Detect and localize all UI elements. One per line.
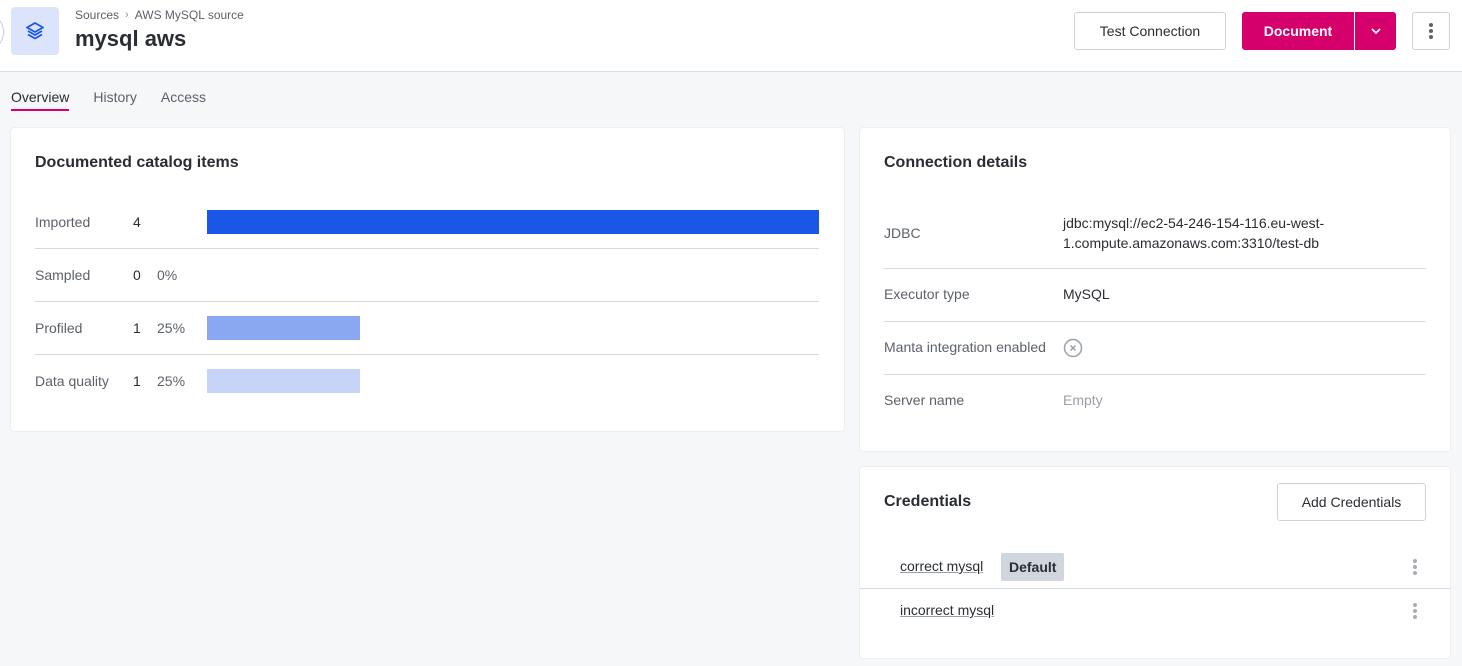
detail-row-executor: Executor type MySQL <box>884 269 1426 322</box>
row-label: Data quality <box>35 373 109 389</box>
card-title: Connection details <box>884 154 1028 171</box>
detail-key: Manta integration enabled <box>884 339 1046 355</box>
catalog-row: Sampled 0 0% <box>35 249 819 302</box>
progress-bar <box>207 316 360 340</box>
more-actions-button[interactable] <box>1412 12 1450 50</box>
row-label: Imported <box>35 214 91 230</box>
progress-bar <box>207 369 360 393</box>
row-count: 4 <box>133 214 141 230</box>
row-percent: 25% <box>157 320 186 336</box>
kebab-vertical-icon <box>1425 21 1437 41</box>
detail-key: JDBC <box>884 225 921 241</box>
breadcrumb: Sources › AWS MySQL source <box>75 8 244 22</box>
catalog-row: Imported 4 <box>35 196 819 249</box>
detail-key: Executor type <box>884 286 970 302</box>
progress-track <box>207 369 819 393</box>
kebab-vertical-icon[interactable] <box>1409 601 1421 621</box>
row-count: 1 <box>133 373 141 389</box>
documented-catalog-card: Documented catalog items Imported 4 Sample… <box>11 128 844 431</box>
tab-history[interactable]: History <box>93 89 137 111</box>
row-count: 1 <box>133 320 141 336</box>
card-title: Documented catalog items <box>35 154 239 171</box>
detail-row-manta: Manta integration enabled <box>884 322 1426 375</box>
connection-details-card: Connection details JDBC jdbc:mysql://ec2… <box>860 128 1450 451</box>
credentials-card: Credentials Add Credentials correct mysq… <box>860 467 1450 658</box>
default-badge: Default <box>1001 553 1065 581</box>
x-circle-icon <box>1063 338 1083 363</box>
progress-bar <box>207 210 819 234</box>
page-title: mysql aws <box>75 26 187 51</box>
test-connection-button[interactable]: Test Connection <box>1074 12 1226 50</box>
detail-value: jdbc:mysql://ec2-54-246-154-116.eu-west-… <box>1063 215 1325 251</box>
page-header: Sources › AWS MySQL source mysql aws Tes… <box>0 0 1462 72</box>
breadcrumb-current[interactable]: AWS MySQL source <box>135 8 244 22</box>
chevron-down-icon <box>1370 28 1381 35</box>
detail-value: MySQL <box>1063 286 1110 302</box>
detail-row-jdbc: JDBC jdbc:mysql://ec2-54-246-154-116.eu-… <box>884 201 1426 269</box>
detail-row-server: Server name Empty <box>884 375 1426 428</box>
row-percent: 0% <box>157 267 178 283</box>
catalog-row: Data quality 1 25% <box>35 355 819 408</box>
row-label: Sampled <box>35 267 91 283</box>
credential-link[interactable]: incorrect mysql <box>900 602 994 618</box>
detail-key: Server name <box>884 392 965 408</box>
back-button[interactable] <box>0 18 4 46</box>
source-logo <box>11 7 59 55</box>
breadcrumb-sources[interactable]: Sources <box>75 8 119 22</box>
progress-track <box>207 210 819 234</box>
document-button[interactable]: Document <box>1242 12 1354 50</box>
row-percent: 25% <box>157 373 186 389</box>
row-count: 0 <box>133 267 141 283</box>
credential-link[interactable]: correct mysql <box>900 558 983 574</box>
progress-track <box>207 316 819 340</box>
tab-access[interactable]: Access <box>161 89 206 111</box>
kebab-vertical-icon[interactable] <box>1409 557 1421 577</box>
detail-value: Empty <box>1063 392 1103 408</box>
progress-track <box>207 263 819 287</box>
catalog-row: Profiled 1 25% <box>35 302 819 355</box>
row-label: Profiled <box>35 320 83 336</box>
card-title: Credentials <box>884 493 972 510</box>
tab-bar: Overview History Access <box>11 89 206 111</box>
document-dropdown-button[interactable] <box>1355 12 1396 50</box>
chevron-right-icon: › <box>125 9 129 21</box>
layers-icon <box>26 22 44 40</box>
tab-overview[interactable]: Overview <box>11 89 70 111</box>
add-credentials-button[interactable]: Add Credentials <box>1277 483 1426 521</box>
